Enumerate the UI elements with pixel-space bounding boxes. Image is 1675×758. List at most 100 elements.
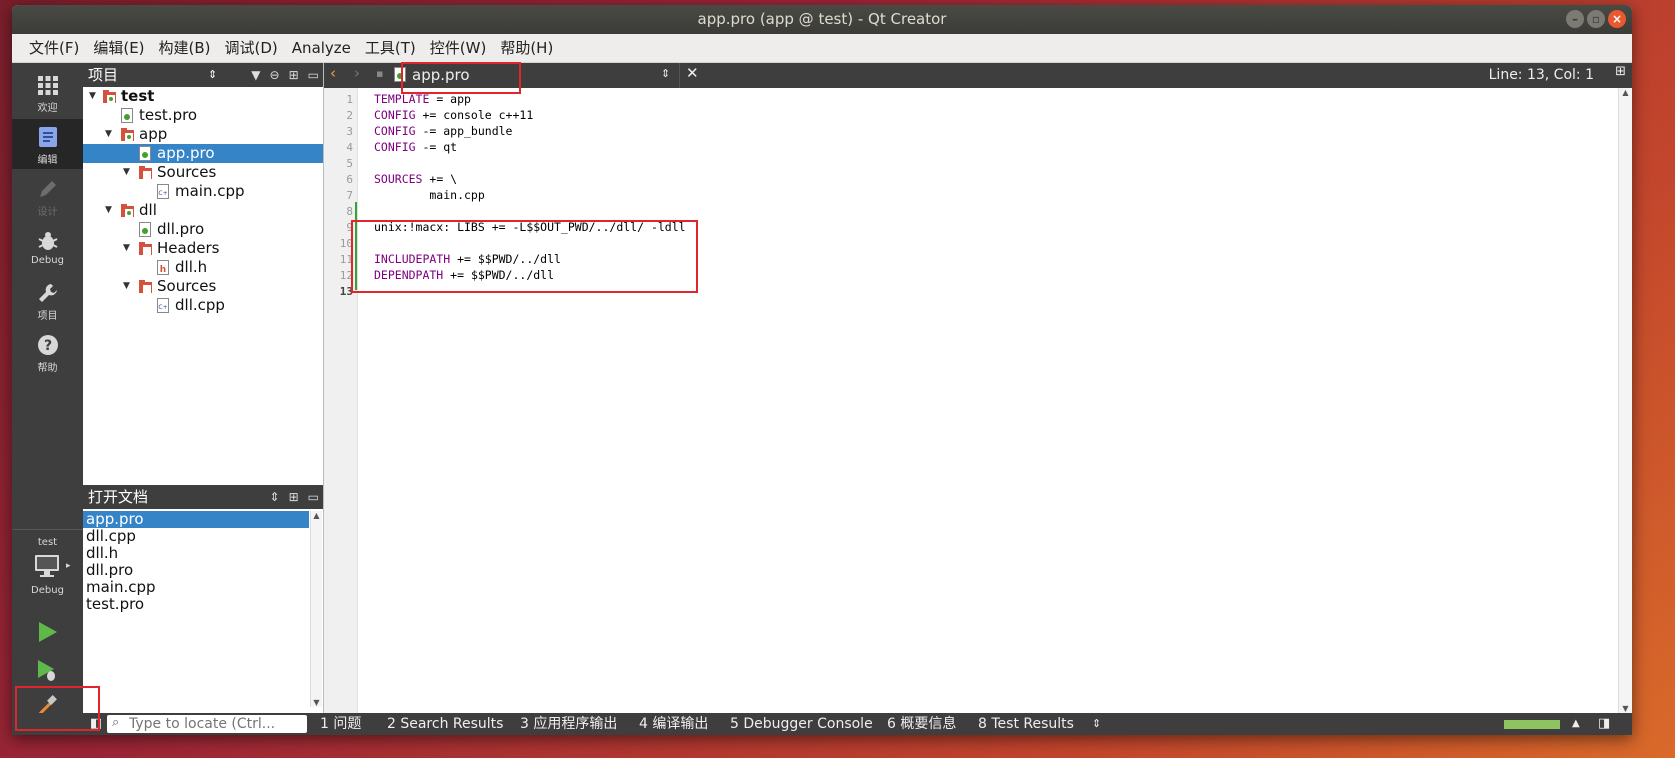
mode-design[interactable]: 设计 bbox=[12, 171, 83, 221]
pane-select-icon[interactable]: ⇕ bbox=[270, 485, 280, 509]
debug-run-button[interactable] bbox=[34, 657, 60, 687]
back-icon[interactable]: ‹ bbox=[330, 64, 336, 82]
mode-label: 设计 bbox=[37, 207, 58, 218]
mode-label: Debug bbox=[31, 255, 64, 266]
open-doc-item[interactable]: test.pro bbox=[83, 596, 309, 613]
mode-help[interactable]: ? 帮助 bbox=[12, 327, 83, 377]
open-doc-item[interactable]: dll.h bbox=[83, 545, 309, 562]
close-button[interactable]: × bbox=[1608, 10, 1626, 28]
projects-title: 项目 bbox=[88, 66, 119, 84]
open-doc-item[interactable]: app.pro bbox=[83, 511, 309, 528]
close-pane-icon[interactable]: ▭ bbox=[308, 63, 319, 87]
tree-item-dll[interactable]: ▼ dll bbox=[83, 201, 323, 220]
output-tab-search-results[interactable]: 2 Search Results bbox=[387, 713, 503, 735]
svg-text:C+: C+ bbox=[158, 304, 167, 311]
document-select-icon[interactable]: ⇕ bbox=[661, 67, 670, 80]
mode-label: 欢迎 bbox=[37, 103, 58, 114]
code-line: TEMPLATE = app bbox=[374, 92, 471, 106]
tree-item-dll-pro[interactable]: dll.pro bbox=[83, 220, 323, 239]
locator-input[interactable] bbox=[129, 715, 301, 733]
tree-item-dll-cpp[interactable]: C+ dll.cpp bbox=[83, 296, 323, 315]
menu-edit[interactable]: 编辑(E) bbox=[86, 34, 151, 63]
locator-box[interactable]: ⌕ bbox=[107, 715, 307, 733]
mode-label: 编辑 bbox=[37, 155, 58, 166]
tree-item-main-cpp[interactable]: C+ main.cpp bbox=[83, 182, 323, 201]
pane-select-icon[interactable]: ⇕ bbox=[208, 63, 217, 87]
mode-welcome[interactable]: 欢迎 bbox=[12, 67, 83, 117]
sources-folder-icon bbox=[139, 165, 152, 180]
link-icon[interactable]: ⊖ bbox=[270, 63, 280, 87]
filter-icon[interactable]: ▼ bbox=[251, 63, 260, 87]
tree-item-headers[interactable]: ▼ Headers bbox=[83, 239, 323, 258]
menu-help[interactable]: 帮助(H) bbox=[493, 34, 560, 63]
run-button[interactable] bbox=[34, 619, 60, 649]
highlight-box-build bbox=[15, 686, 100, 731]
split-editor-icon[interactable]: ⊞ bbox=[1615, 64, 1626, 79]
code-editor[interactable]: 1 2 3 4 5 6 7 8 9 10 11 12 13 TEMPLATE =… bbox=[324, 88, 1632, 713]
tree-item-dll-h[interactable]: h dll.h bbox=[83, 258, 323, 277]
search-icon: ⌕ bbox=[112, 715, 120, 730]
menu-tools[interactable]: 工具(T) bbox=[358, 34, 423, 63]
menu-widgets[interactable]: 控件(W) bbox=[423, 34, 494, 63]
tree-item-test-pro[interactable]: test.pro bbox=[83, 106, 323, 125]
mode-label: 项目 bbox=[37, 311, 58, 322]
output-tab-summary[interactable]: 6 概要信息 bbox=[887, 713, 956, 735]
toggle-output-icon[interactable]: ◨ bbox=[1598, 713, 1610, 735]
svg-text:?: ? bbox=[43, 338, 51, 354]
output-tab-debugger-console[interactable]: 5 Debugger Console bbox=[730, 713, 873, 735]
open-doc-item[interactable]: main.cpp bbox=[83, 579, 309, 596]
line-number: 1 bbox=[346, 93, 353, 106]
kit-config-label: Debug bbox=[31, 585, 64, 596]
mode-bar: 欢迎 编辑 设计 Debug 项目 ? 帮助 test ▸ Debug bbox=[12, 63, 83, 735]
output-tab-compile-output[interactable]: 4 编译输出 bbox=[639, 713, 708, 735]
tree-item-dll-sources[interactable]: ▼ Sources bbox=[83, 277, 323, 296]
split-icon[interactable]: ⊞ bbox=[289, 485, 299, 509]
bug-icon bbox=[38, 232, 57, 250]
forward-icon[interactable]: › bbox=[354, 64, 360, 82]
maximize-button[interactable]: ▫ bbox=[1587, 10, 1605, 28]
close-document-icon[interactable]: ✕ bbox=[686, 64, 699, 82]
open-docs-header: 打开文档 ⇕ ⊞ ▭ bbox=[83, 485, 323, 509]
projects-pane-header: 项目 ⇕ ▼ ⊖ ⊞ ▭ bbox=[83, 63, 323, 87]
sidebar: 项目 ⇕ ▼ ⊖ ⊞ ▭ ▼ test test.pro ▼ app app.p… bbox=[83, 63, 324, 713]
menu-bar: 文件(F) 编辑(E) 构建(B) 调试(D) Analyze 工具(T) 控件… bbox=[12, 34, 1632, 63]
debug-run-icon bbox=[38, 660, 55, 681]
menu-file[interactable]: 文件(F) bbox=[22, 34, 86, 63]
mode-edit[interactable]: 编辑 bbox=[12, 119, 83, 169]
menu-debug[interactable]: 调试(D) bbox=[218, 34, 285, 63]
code-line: main.cpp bbox=[374, 188, 485, 202]
help-icon: ? bbox=[37, 335, 58, 355]
output-tab-issues[interactable]: 1 问题 bbox=[320, 713, 361, 735]
tree-item-app-sources[interactable]: ▼ Sources bbox=[83, 163, 323, 182]
line-number: 2 bbox=[346, 109, 353, 122]
menu-build[interactable]: 构建(B) bbox=[152, 34, 218, 63]
project-folder-icon bbox=[103, 89, 116, 104]
line-number: 8 bbox=[346, 205, 353, 218]
open-doc-item[interactable]: dll.cpp bbox=[83, 528, 309, 545]
menu-analyze[interactable]: Analyze bbox=[285, 34, 358, 63]
wrench-icon bbox=[38, 284, 57, 302]
tree-item-app-pro[interactable]: app.pro bbox=[83, 144, 323, 163]
open-doc-item[interactable]: dll.pro bbox=[83, 562, 309, 579]
output-pane-bar: ◧ ⌕ 1 问题 2 Search Results 3 应用程序输出 4 编译输… bbox=[12, 713, 1632, 735]
mode-debug[interactable]: Debug bbox=[12, 223, 83, 273]
more-tabs-icon[interactable]: ⇕ bbox=[1092, 713, 1101, 735]
output-tab-app-output[interactable]: 3 应用程序输出 bbox=[520, 713, 617, 735]
split-icon[interactable]: ⊞ bbox=[289, 63, 299, 87]
editor-scrollbar[interactable]: ▲ ▼ bbox=[1618, 88, 1632, 713]
expand-progress-icon[interactable]: ▲ bbox=[1572, 713, 1580, 735]
code-line: CONFIG += console c++11 bbox=[374, 108, 534, 122]
output-tab-test-results[interactable]: 8 Test Results bbox=[978, 713, 1074, 735]
code-line: SOURCES += \ bbox=[374, 172, 458, 186]
close-pane-icon[interactable]: ▭ bbox=[308, 485, 319, 509]
highlight-box-code bbox=[351, 220, 698, 293]
mode-projects[interactable]: 项目 bbox=[12, 275, 83, 325]
lock-icon: ▪ bbox=[376, 67, 384, 80]
tree-item-test[interactable]: ▼ test bbox=[83, 87, 323, 106]
code-line: CONFIG -= qt bbox=[374, 140, 458, 154]
minimize-button[interactable]: – bbox=[1566, 10, 1584, 28]
pencil-icon bbox=[39, 181, 56, 197]
kit-selector[interactable]: ▸ Debug bbox=[12, 553, 83, 603]
open-docs-scrollbar[interactable]: ▲ ▼ bbox=[310, 511, 322, 707]
tree-item-app[interactable]: ▼ app bbox=[83, 125, 323, 144]
